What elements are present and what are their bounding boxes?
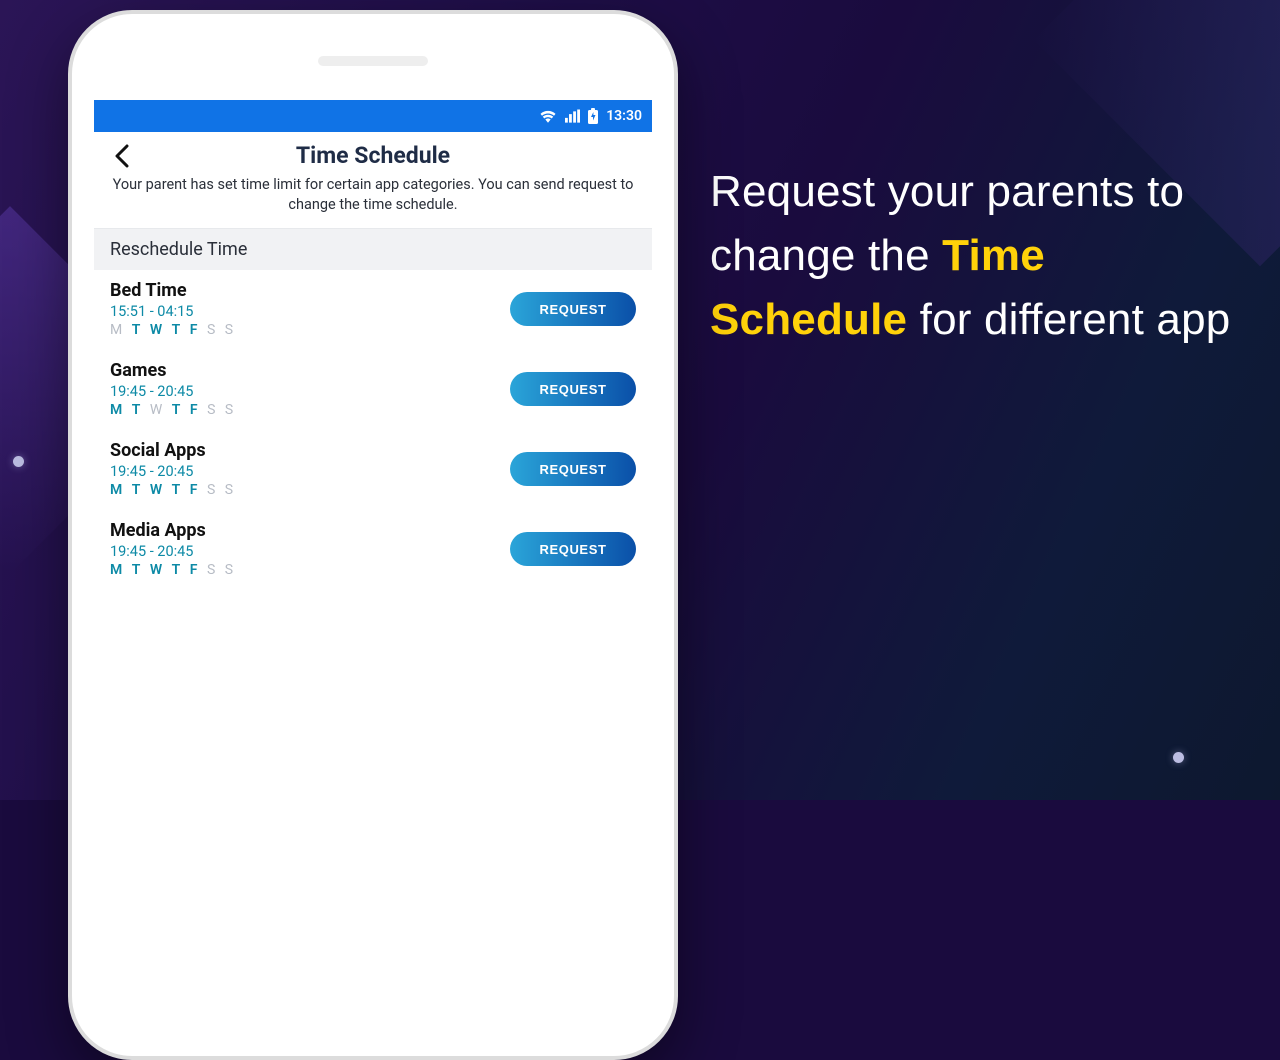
schedule-row: Games19:45 - 20:45MTWTFSSREQUEST [94, 350, 652, 430]
day-indicator: S [207, 402, 216, 418]
schedule-info: Media Apps19:45 - 20:45MTWTFSS [110, 520, 234, 578]
app-header: Time Schedule Your parent has set time l… [94, 132, 652, 229]
day-indicator: T [172, 402, 181, 418]
day-indicator: W [150, 482, 163, 498]
day-indicator: W [150, 402, 163, 418]
schedule-days: MTWTFSS [110, 562, 234, 578]
back-button[interactable] [108, 142, 136, 170]
day-indicator: S [225, 322, 234, 338]
day-indicator: F [190, 402, 198, 418]
schedule-name: Social Apps [110, 440, 234, 461]
day-indicator: T [132, 562, 141, 578]
schedule-days: MTWTFSS [110, 402, 234, 418]
status-time: 13:30 [606, 108, 642, 124]
schedule-days: MTWTFSS [110, 482, 234, 498]
day-indicator: S [225, 482, 234, 498]
section-header: Reschedule Time [94, 229, 652, 270]
day-indicator: S [207, 482, 216, 498]
page-title: Time Schedule [110, 142, 636, 169]
schedule-name: Media Apps [110, 520, 234, 541]
wifi-icon [539, 109, 557, 123]
schedule-info: Bed Time15:51 - 04:15MTWTFSS [110, 280, 234, 338]
schedule-time: 19:45 - 20:45 [110, 543, 234, 560]
request-button[interactable]: REQUEST [510, 372, 636, 406]
battery-icon [588, 108, 598, 124]
day-indicator: T [132, 322, 141, 338]
schedule-days: MTWTFSS [110, 322, 234, 338]
day-indicator: T [132, 482, 141, 498]
request-button[interactable]: REQUEST [510, 292, 636, 326]
chevron-left-icon [114, 144, 130, 168]
schedule-name: Bed Time [110, 280, 234, 301]
day-indicator: T [132, 402, 141, 418]
day-indicator: S [207, 322, 216, 338]
day-indicator: M [110, 562, 123, 578]
request-button[interactable]: REQUEST [510, 452, 636, 486]
schedule-row: Media Apps19:45 - 20:45MTWTFSSREQUEST [94, 510, 652, 590]
schedule-row: Bed Time15:51 - 04:15MTWTFSSREQUEST [94, 270, 652, 350]
day-indicator: S [225, 562, 234, 578]
day-indicator: W [150, 562, 163, 578]
schedule-time: 19:45 - 20:45 [110, 383, 234, 400]
day-indicator: S [225, 402, 234, 418]
day-indicator: F [190, 322, 198, 338]
day-indicator: F [190, 482, 198, 498]
status-bar: 13:30 [94, 100, 652, 132]
schedule-info: Social Apps19:45 - 20:45MTWTFSS [110, 440, 234, 498]
day-indicator: F [190, 562, 198, 578]
day-indicator: S [207, 562, 216, 578]
schedule-list: Bed Time15:51 - 04:15MTWTFSSREQUESTGames… [94, 270, 652, 590]
request-button[interactable]: REQUEST [510, 532, 636, 566]
schedule-name: Games [110, 360, 234, 381]
day-indicator: T [172, 562, 181, 578]
promo-caption: Request your parents to change the Time … [710, 160, 1240, 351]
caption-post: for different app [907, 295, 1230, 344]
schedule-time: 15:51 - 04:15 [110, 303, 234, 320]
day-indicator: M [110, 482, 123, 498]
cellular-icon [565, 109, 580, 123]
schedule-info: Games19:45 - 20:45MTWTFSS [110, 360, 234, 418]
day-indicator: M [110, 322, 123, 338]
day-indicator: W [150, 322, 163, 338]
phone-frame: 13:30 Time Schedule Your parent has set … [68, 10, 678, 1060]
day-indicator: T [172, 482, 181, 498]
schedule-row: Social Apps19:45 - 20:45MTWTFSSREQUEST [94, 430, 652, 510]
day-indicator: M [110, 402, 123, 418]
phone-speaker [318, 56, 428, 66]
schedule-time: 19:45 - 20:45 [110, 463, 234, 480]
page-description: Your parent has set time limit for certa… [110, 175, 636, 214]
day-indicator: T [172, 322, 181, 338]
